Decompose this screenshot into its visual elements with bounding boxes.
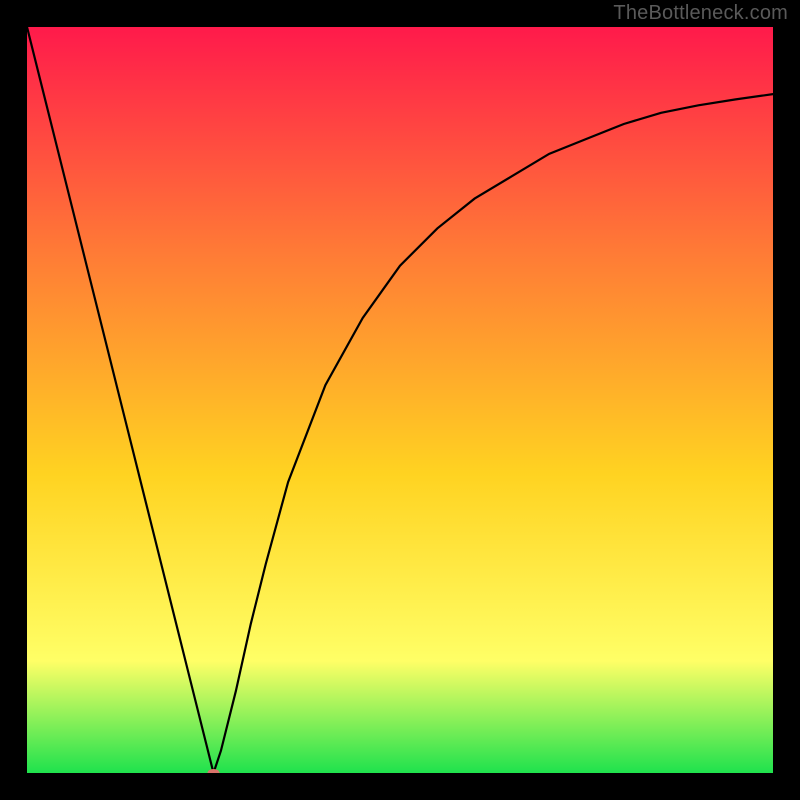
watermark-text: TheBottleneck.com <box>613 2 788 25</box>
gradient-bg <box>27 27 773 773</box>
plot-area <box>27 27 773 773</box>
chart-frame: TheBottleneck.com <box>0 0 800 800</box>
chart-svg <box>27 27 773 773</box>
